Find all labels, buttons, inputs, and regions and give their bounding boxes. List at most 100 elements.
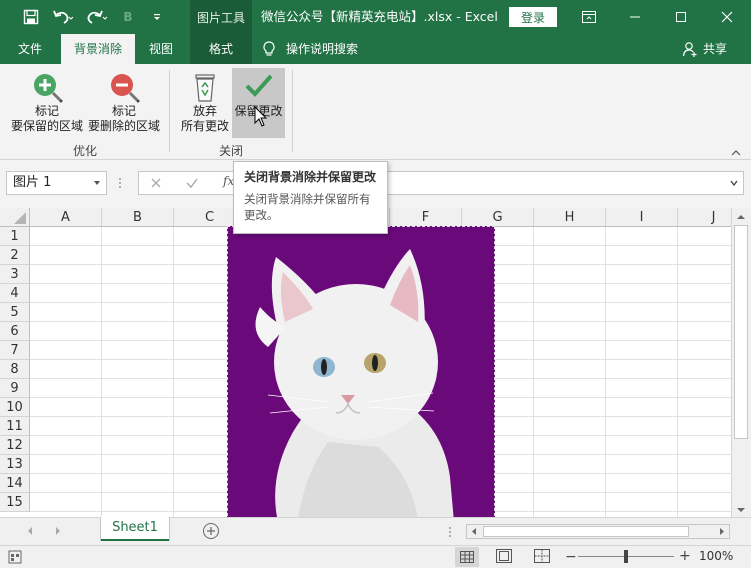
- save-icon[interactable]: [20, 7, 42, 27]
- vertical-scrollbar[interactable]: [731, 208, 751, 517]
- tell-me-search[interactable]: 操作说明搜索: [286, 34, 370, 64]
- zoom-slider-thumb[interactable]: [624, 550, 628, 563]
- undo-icon[interactable]: [50, 7, 76, 27]
- horizontal-scroll-thumb[interactable]: [483, 526, 689, 537]
- formula-bar-grip-icon: [118, 176, 122, 190]
- zoom-level[interactable]: 100%: [699, 549, 733, 563]
- checkmark-icon: [232, 68, 285, 104]
- sheet-tabs-bar: Sheet1: [0, 517, 751, 545]
- page-break-preview-icon[interactable]: [534, 549, 550, 566]
- row-header[interactable]: 15: [0, 493, 30, 512]
- row-header[interactable]: 14: [0, 474, 30, 493]
- mark-remove-icon: [86, 70, 162, 104]
- mouse-cursor-icon: [254, 105, 268, 128]
- confirm-entry-icon[interactable]: [185, 176, 199, 193]
- macro-record-icon[interactable]: [8, 550, 22, 567]
- customize-qat-icon[interactable]: [148, 7, 166, 27]
- name-box-value: 图片 1: [13, 175, 52, 190]
- tab-remove-background[interactable]: 背景消除: [61, 34, 135, 64]
- expand-formula-bar-icon[interactable]: [729, 172, 739, 197]
- ribbon: 标记 要保留的区域 标记 要删除的区域 优化 放弃 所有更改 保留更改 关闭: [0, 64, 751, 160]
- minimize-icon[interactable]: [612, 0, 658, 34]
- ribbon-tab-row: 文件 背景消除 视图 格式 操作说明搜索 共享: [0, 34, 751, 64]
- row-header[interactable]: 10: [0, 398, 30, 417]
- scroll-down-icon[interactable]: [736, 504, 746, 518]
- next-sheet-icon[interactable]: [54, 525, 62, 539]
- zoom-out-button[interactable]: −: [565, 549, 577, 565]
- keep-changes-tooltip: 关闭背景消除并保留更改 关闭背景消除并保留所有更改。: [233, 161, 388, 234]
- column-header-f[interactable]: F: [390, 208, 462, 227]
- group-label-refine: 优化: [72, 144, 97, 158]
- add-sheet-icon[interactable]: [202, 522, 220, 543]
- column-header-j[interactable]: J: [678, 208, 731, 227]
- close-icon[interactable]: [704, 0, 750, 34]
- scroll-left-icon[interactable]: [469, 526, 479, 540]
- cat-picture[interactable]: [227, 226, 495, 517]
- row-header[interactable]: 4: [0, 284, 30, 303]
- tab-view[interactable]: 视图: [139, 34, 183, 64]
- recycle-bin-icon: [176, 70, 234, 104]
- share-button[interactable]: 共享: [700, 34, 730, 64]
- row-header[interactable]: 3: [0, 265, 30, 284]
- row-header[interactable]: 7: [0, 341, 30, 360]
- select-all-corner[interactable]: [0, 208, 30, 227]
- tooltip-body: 关闭背景消除并保留所有更改。: [244, 192, 371, 222]
- row-header[interactable]: 6: [0, 322, 30, 341]
- vertical-scroll-thumb[interactable]: [734, 225, 748, 439]
- cancel-entry-icon[interactable]: [149, 176, 163, 193]
- bold-button[interactable]: B: [120, 7, 136, 27]
- zoom-in-button[interactable]: +: [679, 548, 691, 564]
- page-layout-view-icon[interactable]: [496, 549, 512, 566]
- picture-tools-context-label: 图片工具: [190, 0, 252, 34]
- row-header[interactable]: 8: [0, 360, 30, 379]
- ribbon-group-separator: [292, 70, 293, 152]
- tooltip-title: 关闭背景消除并保留更改: [244, 170, 377, 184]
- formula-input[interactable]: fx: [138, 171, 744, 195]
- mark-keep-label-1: 标记: [34, 104, 59, 118]
- tab-format[interactable]: 格式: [190, 34, 252, 64]
- redo-icon[interactable]: [84, 7, 110, 27]
- mark-remove-button[interactable]: 标记 要删除的区域: [86, 70, 162, 138]
- sheet-tab-sheet1[interactable]: Sheet1: [101, 517, 169, 541]
- login-button[interactable]: 登录: [509, 7, 557, 27]
- ribbon-group-separator: [169, 70, 170, 152]
- tab-file[interactable]: 文件: [8, 34, 52, 64]
- row-header[interactable]: 12: [0, 436, 30, 455]
- worksheet-grid[interactable]: A B C D E F G H I J 1 2 3 4 5 6 7 8 9 10…: [0, 208, 731, 517]
- mark-keep-icon: [8, 70, 86, 104]
- discard-label-2: 所有更改: [180, 119, 229, 133]
- maximize-icon[interactable]: [658, 0, 704, 34]
- column-header-g[interactable]: G: [462, 208, 534, 227]
- row-header[interactable]: 11: [0, 417, 30, 436]
- status-bar: − + 100%: [0, 545, 751, 568]
- row-header[interactable]: 9: [0, 379, 30, 398]
- group-label-close: 关闭: [218, 144, 243, 158]
- column-header-i[interactable]: I: [606, 208, 678, 227]
- mark-keep-label-2: 要保留的区域: [10, 119, 83, 133]
- collapse-ribbon-icon[interactable]: [730, 146, 744, 158]
- lightbulb-icon[interactable]: [262, 41, 278, 57]
- scroll-right-icon[interactable]: [717, 526, 727, 540]
- mark-keep-button[interactable]: 标记 要保留的区域: [8, 70, 86, 138]
- row-header[interactable]: 1: [0, 227, 30, 246]
- document-title: 微信公众号【新精英充电站】.xlsx - Excel: [261, 9, 498, 24]
- name-box[interactable]: 图片 1: [6, 171, 107, 195]
- discard-label-1: 放弃: [192, 104, 217, 118]
- share-person-icon[interactable]: [682, 41, 698, 57]
- row-header[interactable]: 2: [0, 246, 30, 265]
- column-header-h[interactable]: H: [534, 208, 606, 227]
- discard-changes-button[interactable]: 放弃 所有更改: [176, 70, 234, 138]
- row-header[interactable]: 5: [0, 303, 30, 322]
- row-header[interactable]: 13: [0, 455, 30, 474]
- prev-sheet-icon[interactable]: [26, 525, 34, 539]
- normal-view-icon[interactable]: [455, 547, 479, 567]
- mark-remove-label-1: 标记: [111, 104, 136, 118]
- ribbon-display-options-icon[interactable]: [566, 0, 612, 34]
- scroll-up-icon[interactable]: [736, 211, 746, 225]
- tab-split-grip-icon[interactable]: [448, 525, 452, 539]
- horizontal-scrollbar[interactable]: [466, 524, 730, 539]
- column-header-b[interactable]: B: [102, 208, 174, 227]
- title-bar: B 图片工具 微信公众号【新精英充电站】.xlsx - Excel 登录: [0, 0, 751, 34]
- name-box-dropdown-icon[interactable]: [93, 172, 101, 202]
- column-header-a[interactable]: A: [30, 208, 102, 227]
